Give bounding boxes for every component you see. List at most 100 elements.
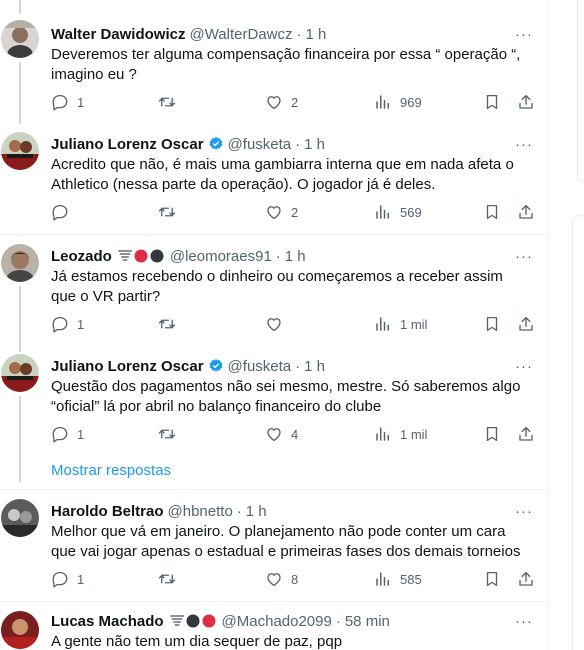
share-icon <box>519 94 533 109</box>
reply-button[interactable] <box>51 202 77 222</box>
more-options-button[interactable]: ··· <box>513 501 535 521</box>
reply-timeline: Walter Dawidowicz @WalterDawcz · 1 h ···… <box>0 0 549 650</box>
retweet-button[interactable] <box>158 314 184 334</box>
display-name[interactable]: Juliano Lorenz Oscar <box>51 358 204 375</box>
like-button[interactable] <box>265 314 291 334</box>
views-count: 1 mil <box>400 426 428 442</box>
tweet-header: Lucas Machado @Machado2099 · 58 min <box>51 611 390 631</box>
tweet-2[interactable]: Juliano Lorenz Oscar @fusketa · 1 h ··· … <box>0 124 548 234</box>
display-name[interactable]: Leozado <box>51 248 112 265</box>
views-button[interactable]: 585 <box>374 569 422 589</box>
bookmark-button[interactable] <box>483 92 501 112</box>
like-button[interactable]: 4 <box>265 424 298 444</box>
name-emojis <box>117 249 164 263</box>
views-icon <box>376 427 389 441</box>
tweet-5[interactable]: Haroldo Beltrao @hbnetto · 1 h ··· Melho… <box>0 489 548 601</box>
display-name[interactable]: Lucas Machado <box>51 613 164 630</box>
avatar-leozado[interactable] <box>1 244 39 282</box>
verified-badge-icon <box>209 359 222 372</box>
tweet-actions: 1 4 1 mil <box>51 424 536 444</box>
retweet-button[interactable] <box>158 202 184 222</box>
share-button[interactable] <box>517 92 535 112</box>
display-name[interactable]: Juliano Lorenz Oscar <box>51 136 204 153</box>
retweet-icon <box>158 97 176 107</box>
name-emojis <box>169 614 216 628</box>
tweet-6[interactable]: Lucas Machado @Machado2099 · 58 min ··· … <box>0 601 548 650</box>
more-options-button[interactable]: ··· <box>513 611 535 631</box>
display-name[interactable]: Walter Dawidowicz <box>51 26 185 43</box>
handle[interactable]: @fusketa <box>228 136 292 153</box>
show-replies-link[interactable]: Mostrar respostas <box>51 462 171 479</box>
tweet-header: Walter Dawidowicz @WalterDawcz · 1 h <box>51 24 326 44</box>
tornado-emoji-icon <box>117 250 132 261</box>
avatar-lucas[interactable] <box>1 611 39 649</box>
share-icon <box>519 571 533 586</box>
dot-separator: · <box>295 135 301 153</box>
timestamp[interactable]: 1 h <box>305 26 326 43</box>
timestamp[interactable]: 58 min <box>345 613 390 630</box>
timestamp[interactable]: 1 h <box>304 358 325 375</box>
retweet-button[interactable] <box>158 92 184 112</box>
dot-separator: · <box>296 25 302 43</box>
bookmark-button[interactable] <box>483 202 501 222</box>
bookmark-button[interactable] <box>483 424 501 444</box>
like-button[interactable]: 8 <box>265 569 298 589</box>
reply-button[interactable]: 1 <box>51 92 84 112</box>
sidebar-card <box>577 0 584 182</box>
timestamp[interactable]: 1 h <box>285 248 306 265</box>
share-button[interactable] <box>517 424 535 444</box>
bookmark-button[interactable] <box>483 314 501 334</box>
more-options-button[interactable]: ··· <box>513 134 535 154</box>
handle[interactable]: @hbnetto <box>168 503 233 520</box>
retweet-button[interactable] <box>158 569 184 589</box>
reply-icon <box>52 316 68 333</box>
heart-icon <box>267 428 281 442</box>
handle[interactable]: @Machado2099 <box>222 613 332 630</box>
display-name[interactable]: Haroldo Beltrao <box>51 503 164 520</box>
avatar-walter[interactable] <box>1 20 39 58</box>
like-count: 8 <box>291 571 299 587</box>
timestamp[interactable]: 1 h <box>304 136 325 153</box>
views-button[interactable]: 1 mil <box>374 314 427 334</box>
bookmark-button[interactable] <box>483 569 501 589</box>
like-button[interactable]: 2 <box>265 202 298 222</box>
tweet-3[interactable]: Leozado @leomoraes91 · 1 h ··· Já estamo… <box>0 234 548 344</box>
heart-icon <box>267 318 281 332</box>
handle[interactable]: @fusketa <box>228 358 292 375</box>
bookmark-icon <box>486 571 498 587</box>
tweet-actions: 1 1 mil <box>51 314 536 334</box>
share-button[interactable] <box>517 202 535 222</box>
views-button[interactable]: 969 <box>374 92 422 112</box>
retweet-icon <box>158 207 176 217</box>
like-button[interactable]: 2 <box>265 92 298 112</box>
views-count: 969 <box>400 94 422 110</box>
reply-button[interactable]: 1 <box>51 424 84 444</box>
share-button[interactable] <box>517 569 535 589</box>
dot-separator: · <box>275 247 281 265</box>
thread-line <box>19 62 21 124</box>
tweet-actions: 1 8 585 <box>51 569 536 589</box>
handle[interactable]: @leomoraes91 <box>170 248 272 265</box>
more-options-button[interactable]: ··· <box>513 24 535 44</box>
avatar-juliano[interactable] <box>1 132 39 170</box>
heart-icon <box>267 573 281 587</box>
share-button[interactable] <box>517 314 535 334</box>
thread-line <box>19 396 21 482</box>
tweet-header: Juliano Lorenz Oscar @fusketa · 1 h <box>51 356 325 376</box>
black-circle-emoji-icon <box>186 614 200 628</box>
views-button[interactable]: 1 mil <box>374 424 427 444</box>
reply-button[interactable]: 1 <box>51 569 84 589</box>
tweet-1[interactable]: Walter Dawidowicz @WalterDawcz · 1 h ···… <box>0 0 548 124</box>
reply-button[interactable]: 1 <box>51 314 84 334</box>
views-button[interactable]: 569 <box>374 202 422 222</box>
avatar-juliano[interactable] <box>1 354 39 392</box>
avatar-haroldo[interactable] <box>1 499 39 537</box>
more-options-button[interactable]: ··· <box>513 246 535 266</box>
timestamp[interactable]: 1 h <box>246 503 267 520</box>
tornado-emoji-icon <box>169 615 184 626</box>
more-options-button[interactable]: ··· <box>513 356 535 376</box>
handle[interactable]: @WalterDawcz <box>189 26 292 43</box>
retweet-button[interactable] <box>158 424 184 444</box>
black-circle-emoji-icon <box>150 249 164 263</box>
tweet-text: Questão dos pagamentos não sei mesmo, me… <box>51 378 521 415</box>
